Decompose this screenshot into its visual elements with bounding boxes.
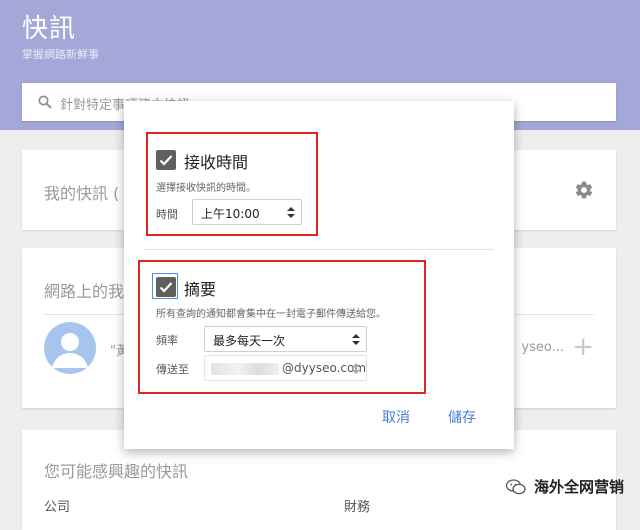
checkmark-icon: [159, 155, 173, 166]
suggested-category-company[interactable]: 公司: [44, 496, 70, 515]
redacted-email-block: [211, 363, 279, 375]
delivery-time-checkbox[interactable]: [156, 150, 176, 170]
add-alert-plus-icon[interactable]: +: [572, 334, 594, 360]
frequency-select[interactable]: 最多每天一次: [204, 326, 367, 352]
frequency-select-value: 最多每天一次: [213, 334, 286, 348]
app-title: 快訊: [22, 14, 77, 44]
select-arrows-icon: [352, 363, 360, 374]
digest-description: 所有查詢的通知都會集中在一封電子郵件傳送給您。: [156, 309, 386, 320]
time-select-value: 上午10:00: [201, 207, 260, 221]
select-arrows-icon: [287, 207, 295, 218]
time-label: 時間: [156, 208, 178, 221]
wechat-icon: [505, 478, 526, 494]
frequency-label: 頻率: [156, 334, 178, 347]
dialog-divider: [144, 249, 494, 250]
watermark-text: 海外全网营销: [533, 478, 624, 496]
app-subtitle: 掌握網路新鮮事: [22, 48, 99, 61]
save-button[interactable]: 儲存: [448, 407, 476, 427]
watermark: 海外全网营销: [505, 476, 624, 497]
delivery-time-title: 接收時間: [184, 153, 249, 172]
cancel-button[interactable]: 取消: [382, 407, 410, 427]
suggested-alerts-title: 您可能感興趣的快訊: [44, 462, 189, 481]
time-select[interactable]: 上午10:00: [192, 199, 302, 225]
web-alerts-title: 網路上的我: [44, 282, 125, 301]
send-to-label: 傳送至: [156, 363, 189, 376]
search-icon: [38, 95, 52, 109]
my-alerts-title: 我的快訊 (: [44, 184, 120, 203]
send-to-select[interactable]: @dyyseo.com: [204, 355, 367, 381]
suggested-category-finance[interactable]: 財務: [344, 496, 370, 515]
select-arrows-icon: [352, 334, 360, 345]
digest-title: 摘要: [184, 280, 217, 299]
person-icon: [52, 333, 88, 368]
alert-item-right-text: yseo...: [521, 340, 564, 355]
gear-icon[interactable]: [574, 180, 594, 200]
settings-dialog: 接收時間 選擇接收快訊的時間。 時間 上午10:00 摘要 所有查詢的通知都會集…: [124, 101, 514, 449]
digest-checkbox[interactable]: [156, 277, 176, 297]
delivery-time-description: 選擇接收快訊的時間。: [156, 183, 256, 194]
checkmark-icon: [159, 282, 173, 293]
avatar: [44, 322, 96, 374]
